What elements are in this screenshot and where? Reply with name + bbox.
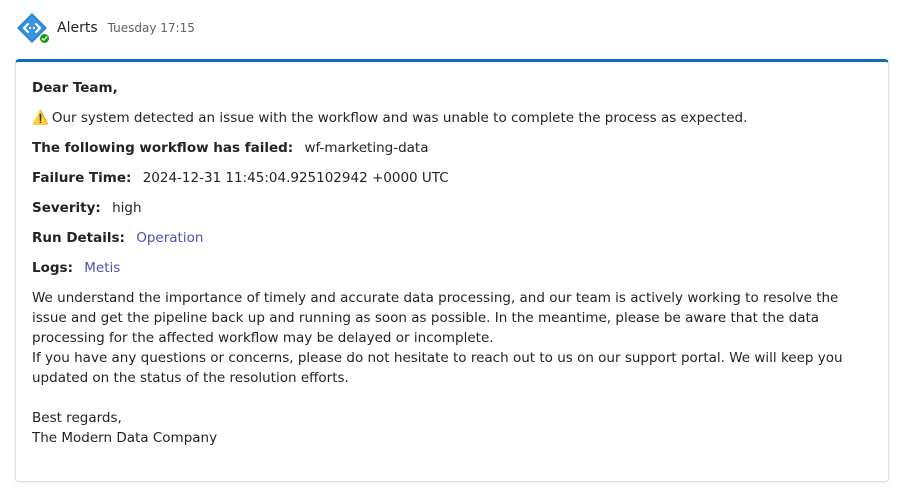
body-paragraph-2: If you have any questions or concerns, p… [32, 350, 843, 386]
failure-time-row: Failure Time: 2024-12-31 11:45:04.925102… [32, 168, 874, 188]
closing: Best regards, [32, 410, 122, 426]
logs-label: Logs: [32, 260, 73, 276]
workflow-row: The following workflow has failed: wf-ma… [32, 138, 874, 158]
severity-value: high [112, 200, 142, 216]
sender-name[interactable]: Alerts [57, 20, 98, 36]
failure-time-value: 2024-12-31 11:45:04.925102942 +0000 UTC [142, 170, 449, 186]
alert-card: Dear Team, ⚠️ Our system detected an issu… [15, 59, 889, 482]
greeting: Dear Team, [32, 80, 118, 96]
severity-row: Severity: high [32, 198, 874, 218]
body-paragraph-1: We understand the importance of timely a… [32, 290, 839, 346]
signature: The Modern Data Company [32, 430, 218, 446]
intro-text: Our system detected an issue with the wo… [51, 110, 748, 126]
available-check-icon [39, 33, 50, 44]
message-header: Alerts Tuesday 17:15 [16, 12, 195, 44]
failure-time-label: Failure Time: [32, 170, 132, 186]
run-details-row: Run Details: Operation [32, 228, 874, 248]
workflow-value: wf-marketing-data [304, 140, 429, 156]
operation-link[interactable]: Operation [136, 230, 203, 246]
workflow-label: The following workflow has failed: [32, 140, 294, 156]
intro-line: ⚠️ Our system detected an issue with the … [32, 108, 874, 128]
run-details-label: Run Details: [32, 230, 125, 246]
severity-label: Severity: [32, 200, 101, 216]
metis-link[interactable]: Metis [84, 260, 120, 276]
warning-icon: ⚠️ [32, 110, 49, 126]
alert-card-body: Dear Team, ⚠️ Our system detected an issu… [32, 78, 874, 448]
avatar[interactable] [16, 12, 50, 44]
message-timestamp: Tuesday 17:15 [107, 21, 195, 35]
logs-row: Logs: Metis [32, 258, 874, 278]
